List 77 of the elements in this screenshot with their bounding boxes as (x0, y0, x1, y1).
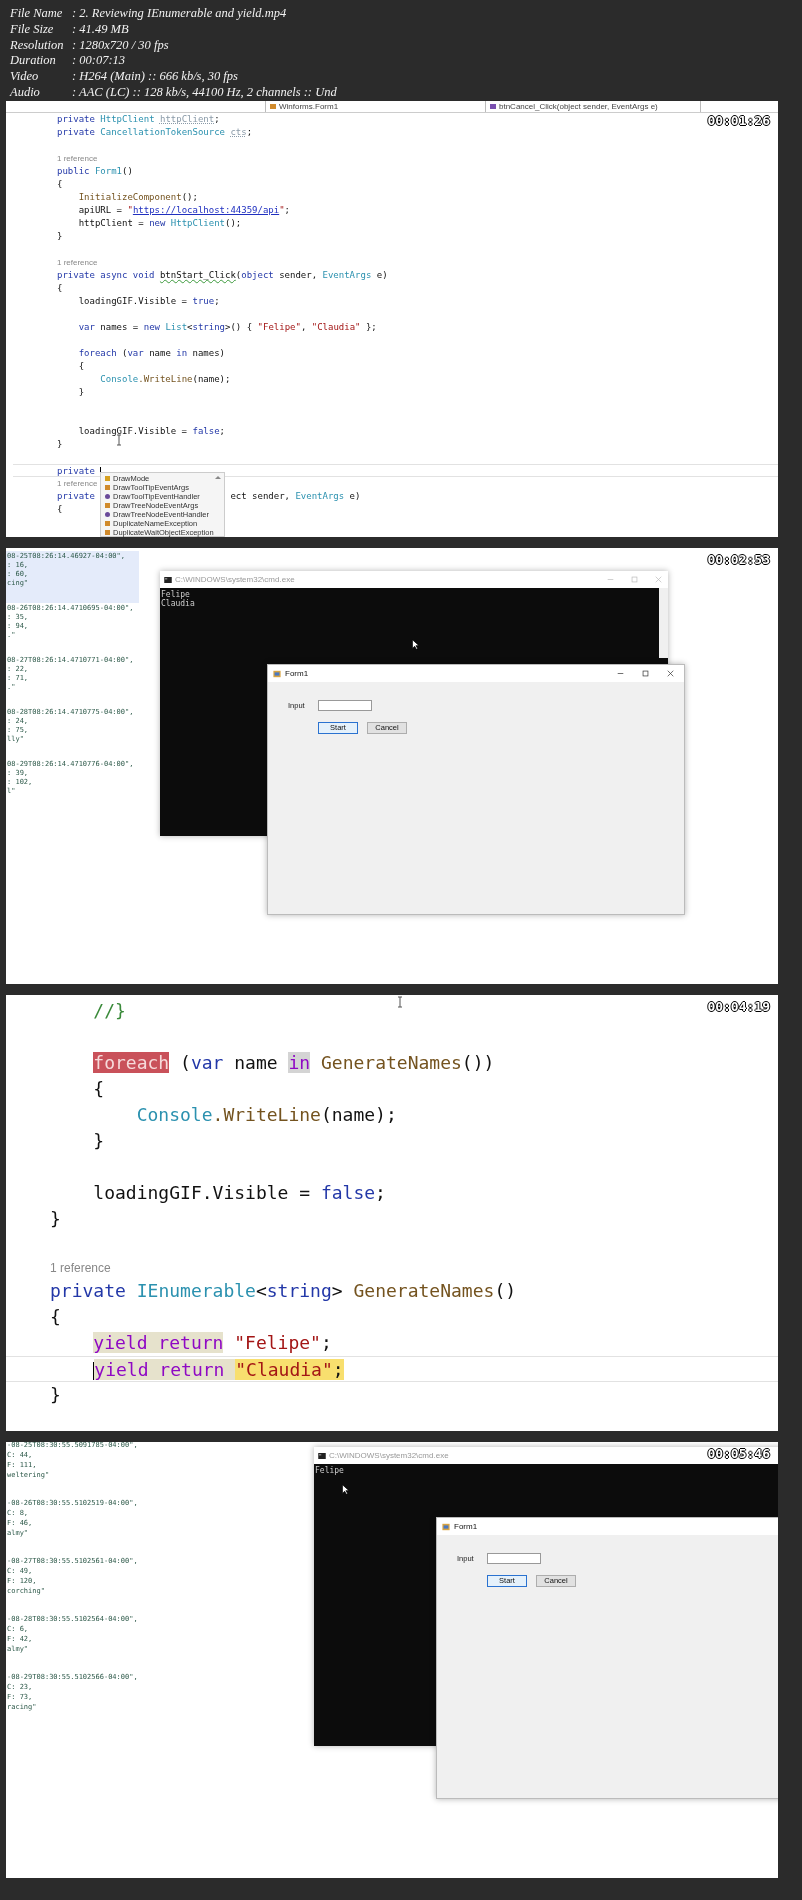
code-line: private async void btnStart_Click(object sender, EventArgs e) (57, 269, 388, 282)
code-line: Console.WriteLine(name); (136, 1103, 397, 1127)
input-field[interactable] (487, 1553, 541, 1564)
code-line: } (50, 1207, 61, 1231)
code-line: foreach (var name in GenerateNames()) (93, 1051, 495, 1075)
info-value: : H264 (Main) :: 666 kb/s, 30 fps (72, 69, 239, 86)
close-icon[interactable] (667, 670, 674, 677)
code-line: { (78, 360, 85, 373)
code-line: Console.WriteLine(name); (100, 373, 231, 386)
text-cursor-icon (116, 434, 122, 446)
info-label: File Size (10, 21, 55, 38)
code-line: yield return "Claudia"; (93, 1358, 344, 1382)
timestamp: 00:05:46 (707, 1446, 770, 1461)
scroll-up-icon[interactable] (215, 476, 221, 479)
console-icon (318, 1452, 326, 1459)
code-line: InitializeComponent(); (78, 191, 198, 204)
code-line: } (78, 386, 85, 399)
info-value: : 41.49 MB (72, 21, 130, 38)
console-output: Felipe (161, 590, 190, 599)
info-value: : 1280x720 / 30 fps (72, 37, 170, 54)
timestamp: 00:02:53 (707, 552, 770, 567)
code-line: ect sender, EventArgs e) (230, 490, 361, 503)
code-line: yield return "Felipe"; (93, 1331, 332, 1355)
input-field[interactable] (318, 700, 372, 711)
code-line: } (93, 1129, 105, 1153)
text-cursor-icon (397, 996, 403, 1008)
navigation-dropdown[interactable]: Winforms.Form1 (266, 101, 486, 112)
scrollbar[interactable] (659, 588, 668, 658)
reference-count[interactable]: 1 reference (57, 154, 98, 163)
info-value: : 00:07:13 (72, 53, 127, 70)
code-line: foreach (var name in names) (78, 347, 225, 360)
code-line: { (57, 503, 63, 516)
code-line: loadingGIF.Visible = false; (93, 1181, 386, 1205)
form-icon (442, 1522, 450, 1531)
code-line: } (57, 438, 63, 451)
code-line: private HttpClient httpClient; (57, 113, 220, 126)
code-line: apiURL = "https://localhost:44359/api"; (78, 204, 291, 217)
navigation-dropdown[interactable]: btnCancel_Click(object sender, EventArgs e) (486, 101, 701, 112)
timestamp: 00:04:19 (707, 999, 770, 1014)
info-label: Video (10, 69, 40, 86)
code-line: httpClient = new HttpClient(); (78, 217, 242, 230)
window-title: Form1 (454, 1522, 478, 1531)
info-label: Audio (10, 85, 41, 101)
window-title: Form1 (285, 669, 309, 678)
code-line: private CancellationTokenSource cts; (57, 126, 253, 139)
code-line: } (57, 230, 63, 243)
code-line: var names = new List<string>() { "Felipe", "Claudia" }; (78, 321, 377, 334)
code-line: { (57, 282, 63, 295)
info-value: : 2. Reviewing IEnumerable and yield.mp4 (72, 6, 288, 22)
console-output: Claudia (161, 599, 195, 608)
code-line: { (93, 1077, 105, 1101)
info-label: Duration (10, 53, 57, 70)
code-line: } (50, 1383, 61, 1407)
console-icon (164, 576, 172, 583)
maximize-icon[interactable] (642, 670, 649, 677)
mouse-pointer-icon (342, 1484, 349, 1495)
console-output: Felipe (315, 1466, 344, 1475)
timestamp: 00:01:26 (707, 113, 770, 128)
minimize-icon[interactable] (617, 670, 624, 677)
code-line: private (57, 490, 95, 503)
reference-count[interactable]: 1 reference (50, 1261, 111, 1275)
code-line: loadingGIF.Visible = false; (78, 425, 225, 438)
code-line: { (57, 178, 63, 191)
code-line: private IEnumerable<string> GenerateNames() (50, 1279, 517, 1303)
info-label: File Name (10, 6, 64, 22)
form-icon (273, 669, 281, 678)
code-line: //} (93, 999, 126, 1023)
reference-count[interactable]: 1 reference (57, 479, 98, 488)
code-line: { (50, 1305, 61, 1329)
code-line: loadingGIF.Visible = true; (78, 295, 220, 308)
info-label: Resolution (10, 37, 65, 54)
reference-count[interactable]: 1 reference (57, 258, 98, 267)
code-line: public Form1() (57, 165, 133, 178)
mouse-pointer-icon (412, 639, 419, 650)
window-title: C:\WINDOWS\system32\cmd.exe (175, 575, 295, 584)
window-title: C:\WINDOWS\system32\cmd.exe (329, 1451, 449, 1460)
info-value: : AAC (LC) :: 128 kb/s, 44100 Hz, 2 channels :: Und (72, 85, 337, 101)
